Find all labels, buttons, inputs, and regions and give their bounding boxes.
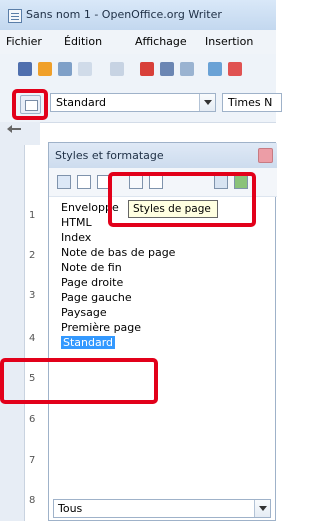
- list-item[interactable]: Index: [61, 231, 91, 244]
- menu-fichier[interactable]: Fichier: [6, 35, 42, 48]
- ruler-number: 4: [29, 333, 36, 344]
- writer-document-icon: [8, 9, 22, 23]
- list-item[interactable]: Page droite: [61, 276, 123, 289]
- menu-insertion[interactable]: Insertion: [205, 35, 253, 48]
- list-item[interactable]: Paysage: [61, 306, 107, 319]
- print-icon[interactable]: [160, 62, 174, 76]
- menu-bar: Fichier Édition Affichage Insertion: [0, 30, 276, 55]
- style-filter-dropdown-button[interactable]: [254, 500, 270, 517]
- list-item-selected[interactable]: Standard: [61, 336, 116, 349]
- standard-toolbar: [0, 54, 276, 85]
- menu-affichage[interactable]: Affichage: [135, 35, 187, 48]
- ruler-number: 7: [29, 455, 36, 466]
- list-item[interactable]: Page gauche: [61, 291, 132, 304]
- ruler-number: 3: [29, 290, 36, 301]
- autospellcheck-icon[interactable]: [228, 62, 242, 76]
- paragraph-style-dropdown-button[interactable]: [199, 94, 215, 111]
- character-styles-icon[interactable]: [77, 175, 91, 189]
- open-icon[interactable]: [38, 62, 52, 76]
- font-name-select[interactable]: Times N: [222, 93, 282, 112]
- page-styles-highlight: [108, 172, 256, 227]
- paragraph-style-select[interactable]: Standard: [50, 93, 216, 112]
- export-pdf-icon[interactable]: [140, 62, 154, 76]
- standard-style-highlight: [0, 358, 158, 404]
- mail-icon[interactable]: [78, 62, 92, 76]
- menu-edition[interactable]: Édition: [64, 35, 102, 48]
- title-bar: Sans nom 1 - OpenOffice.org Writer: [0, 0, 276, 31]
- font-name-value: Times N: [228, 96, 273, 109]
- ruler-number: 8: [29, 495, 36, 506]
- list-item[interactable]: Note de bas de page: [61, 246, 175, 259]
- edit-file-icon[interactable]: [110, 62, 124, 76]
- spellcheck-icon[interactable]: [208, 62, 222, 76]
- window-title: Sans nom 1 - OpenOffice.org Writer: [26, 8, 222, 21]
- paragraph-styles-icon[interactable]: [57, 175, 71, 189]
- style-filter-value: Tous: [58, 502, 83, 515]
- panel-title: Styles et formatage: [55, 149, 164, 162]
- paragraph-style-value: Standard: [56, 96, 107, 109]
- panel-header: Styles et formatage: [49, 143, 277, 169]
- new-document-icon[interactable]: [18, 62, 32, 76]
- arrow-left-icon: [7, 125, 21, 133]
- list-item[interactable]: Première page: [61, 321, 141, 334]
- list-item[interactable]: Note de fin: [61, 261, 122, 274]
- close-icon[interactable]: [258, 148, 273, 163]
- ruler-number: 6: [29, 414, 36, 425]
- save-icon[interactable]: [58, 62, 72, 76]
- style-list: Enveloppe HTML Index Note de bas de page…: [61, 201, 269, 471]
- list-item[interactable]: HTML: [61, 216, 92, 229]
- print-preview-icon[interactable]: [180, 62, 194, 76]
- ruler-number: 1: [29, 210, 36, 221]
- ruler-number: 2: [29, 250, 36, 261]
- stylist-highlight: [12, 89, 48, 120]
- style-filter-select[interactable]: Tous: [53, 499, 271, 518]
